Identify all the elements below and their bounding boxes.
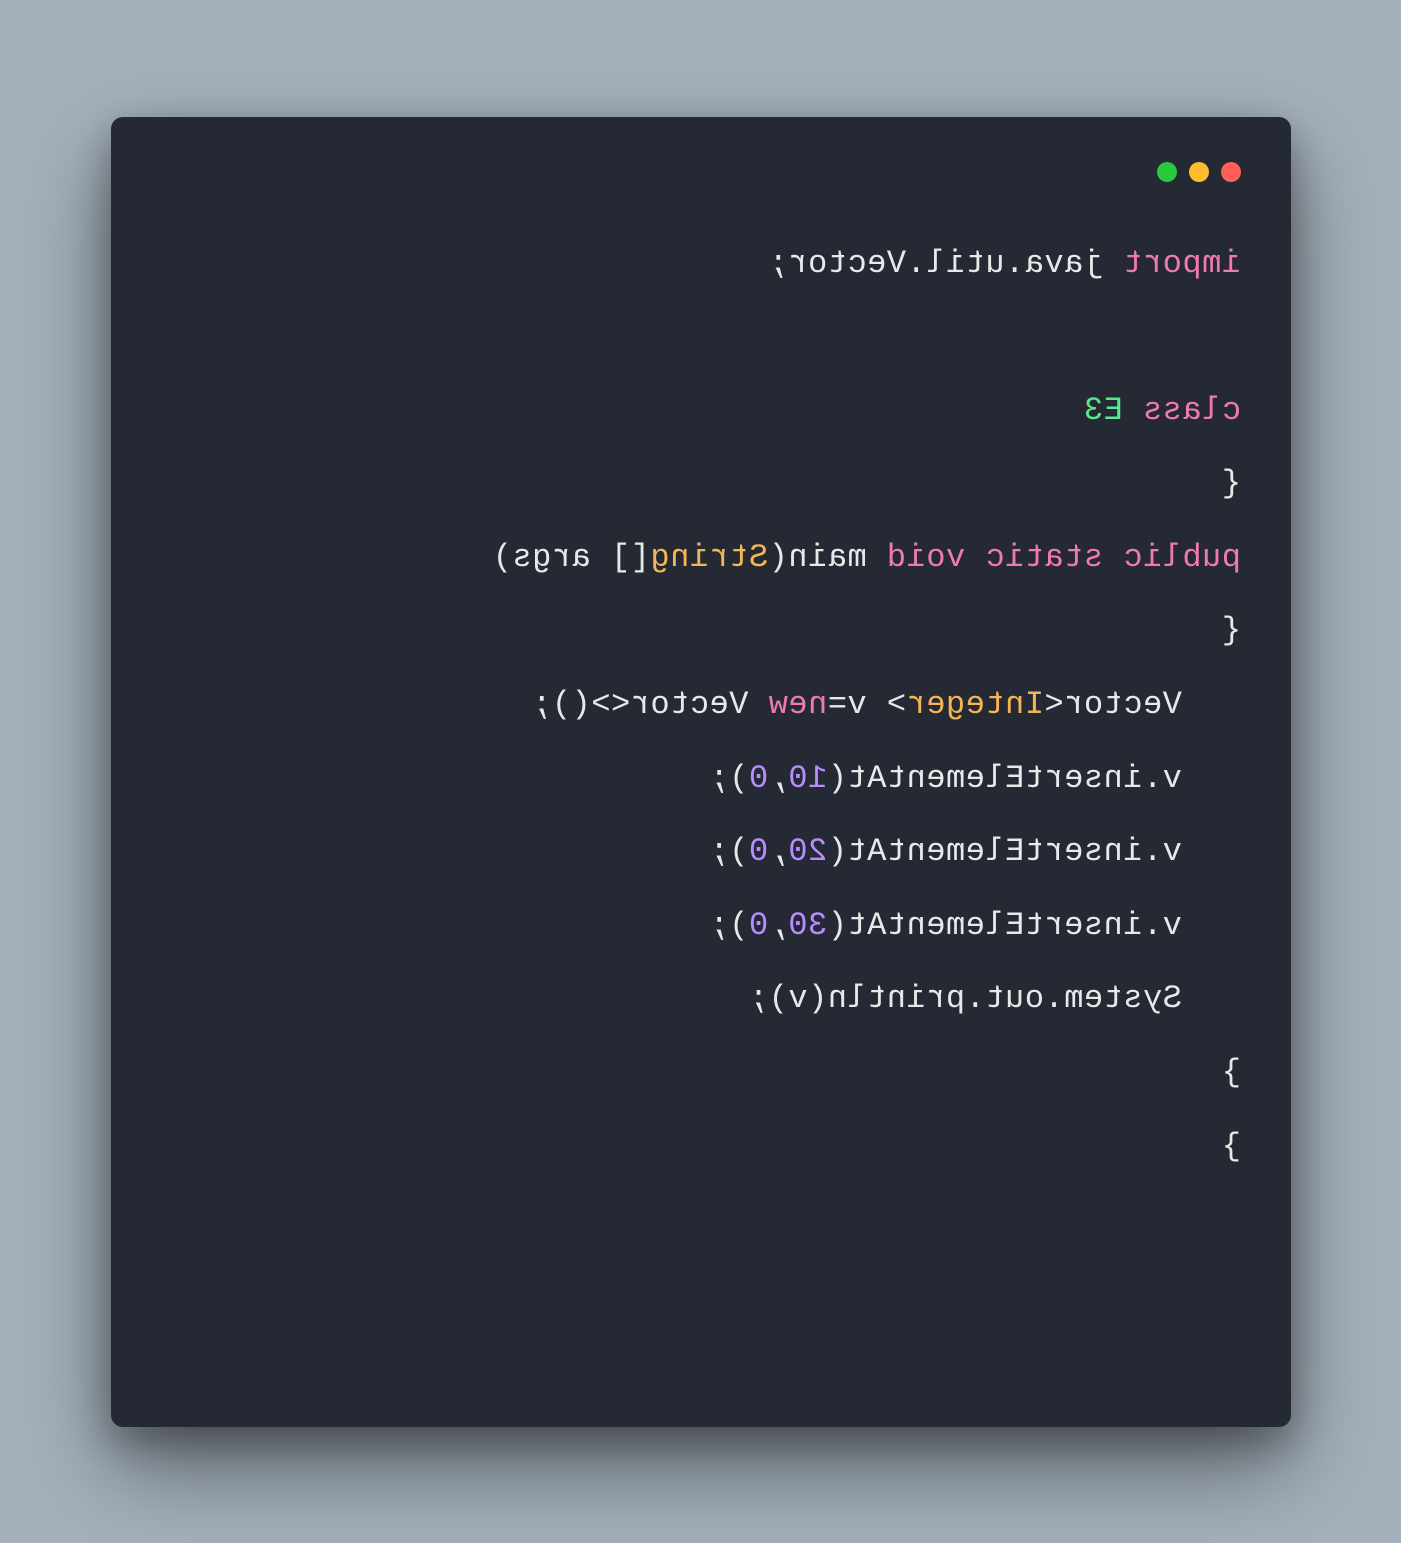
code-text: ); [709, 907, 748, 944]
number-literal: 0 [748, 760, 768, 797]
maximize-icon[interactable] [1157, 162, 1177, 182]
code-text: v.insertElementAt( [827, 833, 1182, 870]
code-text: main( [768, 539, 886, 576]
number-literal: 0 [748, 833, 768, 870]
keyword-import: import [1122, 245, 1240, 282]
code-text: java.util.Vector; [768, 245, 1123, 282]
keyword-class: class [1122, 392, 1240, 429]
code-text: v.insertElementAt( [827, 760, 1182, 797]
code-window: import java.util.Vector; class E3 { publ… [111, 117, 1291, 1427]
code-text: System.out.println(v); [748, 980, 1181, 1017]
method-modifiers: public static void [886, 539, 1241, 576]
brace-open: { [1221, 612, 1241, 649]
code-text: [] args) [492, 539, 650, 576]
code-text: Vector<>(); [531, 686, 767, 723]
code-text: Vector< [1043, 686, 1181, 723]
code-text: > v= [827, 686, 906, 723]
brace-open: { [1221, 465, 1241, 502]
type-integer: Integer [906, 686, 1044, 723]
type-string: String [649, 539, 767, 576]
code-text: , [768, 760, 788, 797]
keyword-new: new [768, 686, 827, 723]
code-text: , [768, 833, 788, 870]
brace-close: } [1221, 1054, 1241, 1091]
number-literal: 30 [787, 907, 826, 944]
code-text: ); [709, 833, 748, 870]
brace-close: } [1221, 1128, 1241, 1165]
code-text: ); [709, 760, 748, 797]
class-name: E3 [1083, 392, 1122, 429]
minimize-icon[interactable] [1189, 162, 1209, 182]
code-text: v.insertElementAt( [827, 907, 1182, 944]
number-literal: 20 [787, 833, 826, 870]
traffic-lights [161, 162, 1241, 182]
number-literal: 0 [748, 907, 768, 944]
code-text: , [768, 907, 788, 944]
close-icon[interactable] [1221, 162, 1241, 182]
code-block: import java.util.Vector; class E3 { publ… [161, 227, 1241, 1184]
number-literal: 10 [787, 760, 826, 797]
